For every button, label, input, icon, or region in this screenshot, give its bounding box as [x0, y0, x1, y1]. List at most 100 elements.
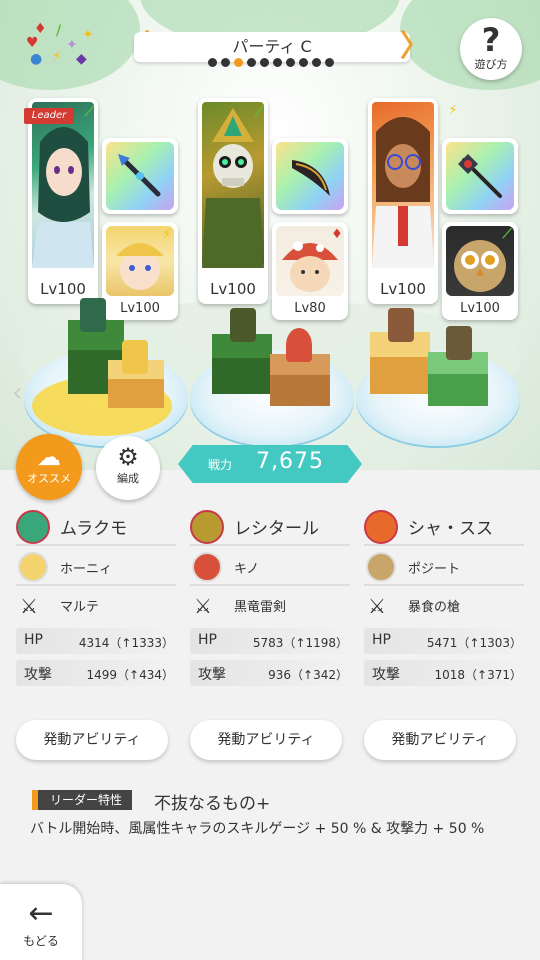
- main-character-card-3[interactable]: Lv100: [368, 98, 438, 304]
- platform-3: [356, 308, 520, 446]
- character-name: レシタール: [234, 519, 319, 539]
- avatar: [190, 510, 224, 544]
- level-label: Lv100: [380, 280, 426, 298]
- avatar: [366, 552, 396, 582]
- level-label: Lv100: [460, 301, 500, 316]
- page-dot[interactable]: [273, 58, 282, 67]
- character-name: ホーニィ: [60, 562, 113, 577]
- grass-block: [212, 334, 272, 394]
- help-button[interactable]: ? 遊び方: [460, 18, 522, 80]
- recommend-label: オススメ: [27, 472, 71, 485]
- character-sprite: [230, 308, 256, 342]
- character-info-column-1: ムラクモ ホーニィ ⚔ マルテ HP 4314（↑1333） 攻撃 1499（↑…: [16, 506, 176, 686]
- formation-button[interactable]: ⚙ 編成: [96, 436, 160, 500]
- wind-attribute-icon: ⟋: [84, 105, 94, 120]
- weapon-slot-icon: ⚔: [20, 594, 38, 618]
- page-dot[interactable]: [208, 58, 217, 67]
- page-dot-active[interactable]: [234, 58, 243, 67]
- party-page-indicator: [196, 58, 346, 70]
- page-dot[interactable]: [325, 58, 334, 67]
- heart-icon: ♥: [26, 35, 39, 51]
- weapon-row[interactable]: ⚔ マルテ: [16, 586, 176, 622]
- ability-button-1[interactable]: 発動アビリティ: [16, 720, 168, 760]
- weapon-slot-icon: ⚔: [194, 594, 212, 618]
- back-button[interactable]: ← もどる: [0, 884, 82, 960]
- recommend-button[interactable]: ☁ オススメ: [16, 434, 82, 500]
- character-name: キノ: [234, 562, 260, 577]
- character-sprite: [80, 298, 106, 332]
- hp-stat: HP 5783（↑1198）: [190, 628, 350, 654]
- main-character-card-1[interactable]: Lv100: [28, 98, 98, 304]
- weapon-card-1[interactable]: [102, 138, 178, 214]
- stat-value: 4314（↑1333）: [78, 636, 174, 650]
- leader-skill-name: 不抜なるもの+: [154, 794, 271, 814]
- hp-stat: HP 4314（↑1333）: [16, 628, 176, 654]
- sub-character-row[interactable]: ポジート: [364, 546, 524, 586]
- character-portrait: [32, 102, 94, 268]
- level-label: Lv100: [120, 301, 160, 316]
- water-icon: ●: [30, 51, 43, 67]
- lightning-attribute-icon: ⚡: [162, 227, 172, 242]
- arrow-left-icon: ←: [28, 896, 54, 931]
- attack-stat: 攻撃 1018（↑371）: [364, 660, 524, 686]
- stat-label: 攻撃: [198, 667, 226, 683]
- main-character-row[interactable]: シャ・スス: [364, 506, 524, 546]
- stat-value: 1018（↑371）: [434, 668, 523, 682]
- diamond-icon: ♦: [34, 21, 47, 37]
- sparkle-icon: ✦: [82, 27, 94, 43]
- page-dot[interactable]: [247, 58, 256, 67]
- sub-character-row[interactable]: キノ: [190, 546, 350, 586]
- avatar: [364, 510, 398, 544]
- hp-stat: HP 5471（↑1303）: [364, 628, 524, 654]
- page-dot[interactable]: [221, 58, 230, 67]
- page-dot[interactable]: [260, 58, 269, 67]
- spear-icon: [106, 142, 174, 210]
- weapon-card-2[interactable]: [272, 138, 348, 214]
- attack-stat: 攻撃 1499（↑434）: [16, 660, 176, 686]
- ability-button-3[interactable]: 発動アビリティ: [364, 720, 516, 760]
- character-sprite: [446, 326, 472, 360]
- character-info-column-3: シャ・スス ポジート ⚔ 暴食の槍 HP 5471（↑1303） 攻撃 1018…: [364, 506, 524, 686]
- stat-label: HP: [198, 632, 217, 648]
- wind-attribute-icon: ⟋: [502, 227, 512, 242]
- main-character-row[interactable]: ムラクモ: [16, 506, 176, 546]
- character-info-column-2: レシタール キノ ⚔ 黒竜雷剣 HP 5783（↑1198） 攻撃 936（↑3…: [190, 506, 350, 686]
- formation-label: 編成: [117, 472, 139, 485]
- level-label: Lv100: [210, 280, 256, 298]
- leader-skill-description: バトル開始時、風属性キャラのスキルゲージ + 50 % & 攻撃力 + 50 %: [30, 821, 485, 837]
- character-sprite: [122, 340, 148, 374]
- main-character-card-2[interactable]: Lv100: [198, 98, 268, 304]
- sub-character-row[interactable]: ホーニィ: [16, 546, 176, 586]
- stat-label: HP: [372, 632, 391, 648]
- dark-icon: ◆: [76, 51, 87, 67]
- ability-button-2[interactable]: 発動アビリティ: [190, 720, 342, 760]
- leaf-icon: /: [56, 23, 62, 39]
- lightning-icon: ⚡: [52, 49, 62, 65]
- page-dot[interactable]: [286, 58, 295, 67]
- stat-value: 1499（↑434）: [86, 668, 175, 682]
- element-filter-icons[interactable]: ♦ ♥ / ● ⚡ ◆ ✦ ✦: [26, 22, 98, 70]
- weapon-card-3[interactable]: [442, 138, 518, 214]
- recommend-icon: ☁: [37, 443, 61, 471]
- stat-value: 5783（↑1198）: [252, 636, 348, 650]
- grass-block: [428, 352, 488, 406]
- weapon-row[interactable]: ⚔ 暴食の槍: [364, 586, 524, 622]
- weapon-name: 黒竜雷剣: [234, 600, 287, 615]
- page-dot[interactable]: [312, 58, 321, 67]
- light-icon: ✦: [66, 37, 78, 53]
- halberd-icon: [446, 142, 514, 210]
- stat-label: HP: [24, 632, 43, 648]
- page-dot[interactable]: [299, 58, 308, 67]
- weapon-slot-icon: ⚔: [368, 594, 386, 618]
- character-name: シャ・スス: [408, 519, 493, 539]
- weapon-row[interactable]: ⚔ 黒竜雷剣: [190, 586, 350, 622]
- scroll-left-icon: ‹: [12, 378, 23, 408]
- stat-label: 攻撃: [24, 667, 52, 683]
- weapon-name: マルテ: [60, 600, 100, 615]
- character-portrait: [202, 102, 264, 268]
- next-party-button[interactable]: 〉: [400, 30, 430, 64]
- main-character-row[interactable]: レシタール: [190, 506, 350, 546]
- attack-stat: 攻撃 936（↑342）: [190, 660, 350, 686]
- leader-badge: Leader: [24, 108, 74, 124]
- person-gear-icon: ⚙: [117, 443, 139, 471]
